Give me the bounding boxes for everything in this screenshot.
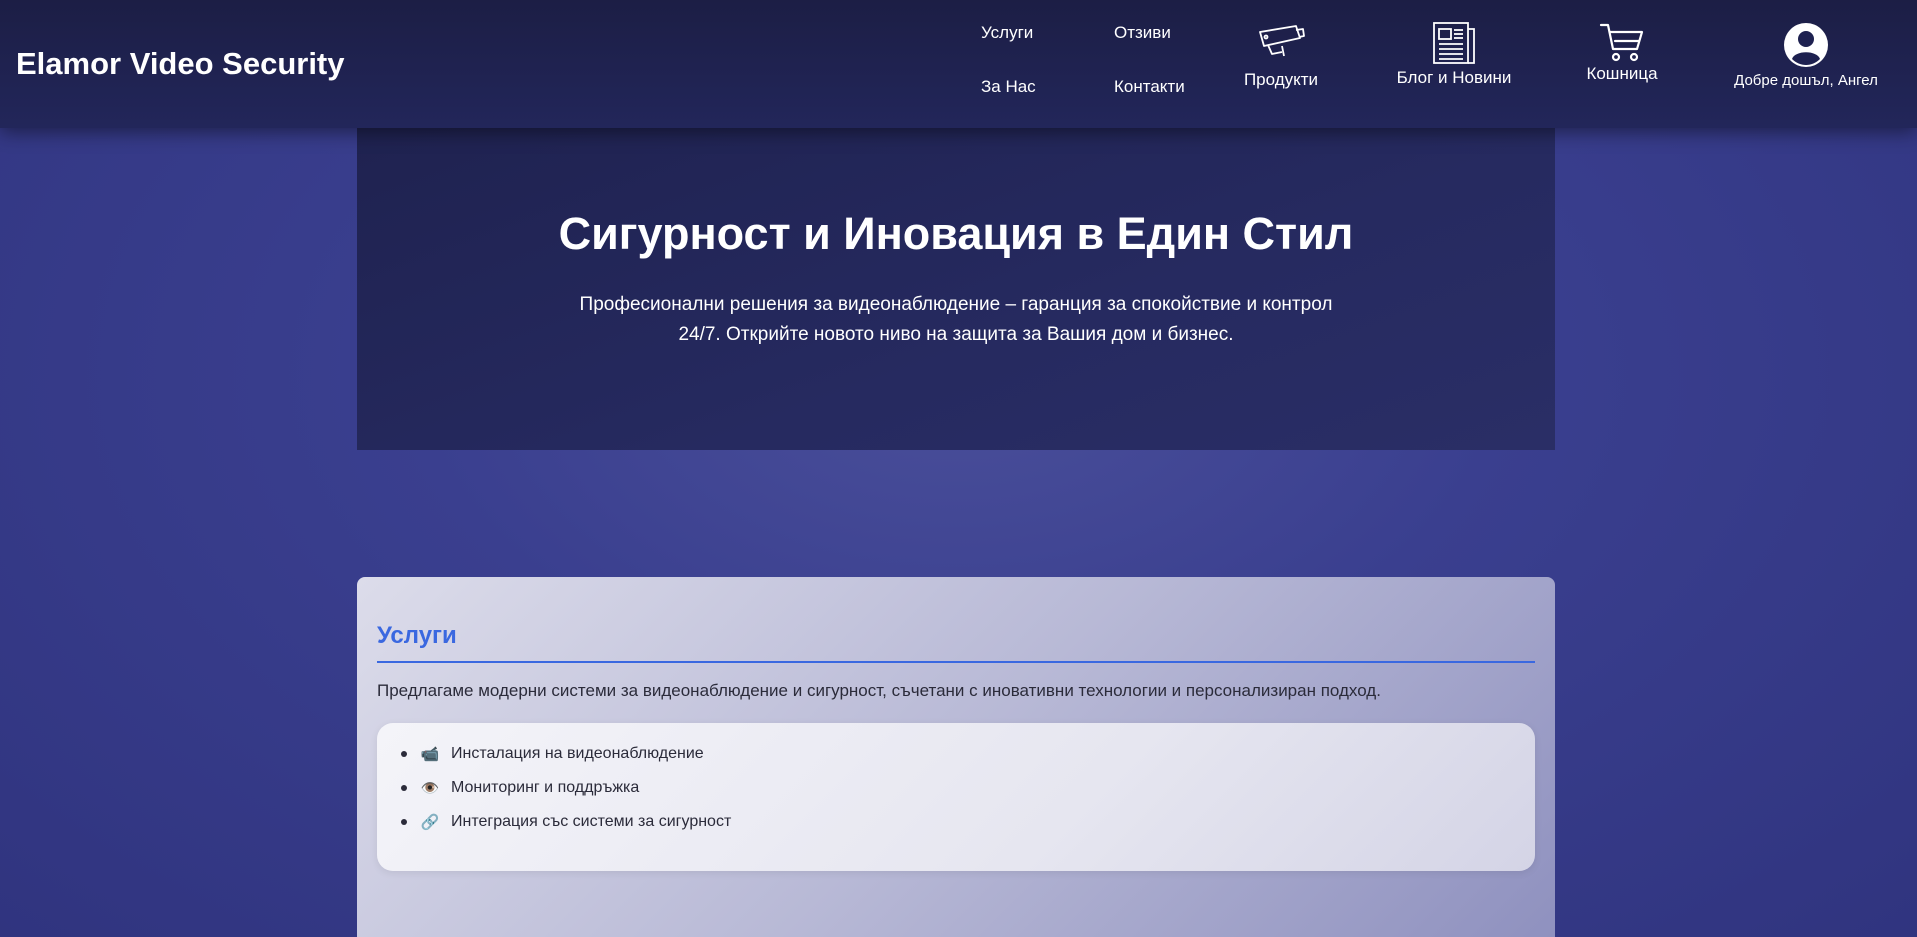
nav-user[interactable]: Добре дошъл, Ангел (1730, 22, 1882, 89)
nav-cart-label: Кошница (1586, 64, 1658, 83)
hero-title: Сигурност и Иновация в Един Стил (558, 208, 1354, 259)
nav-user-label: Добре дошъл, Ангел (1734, 72, 1878, 89)
video-camera-icon: 📹 (420, 746, 440, 763)
nav-products-label: Продукти (1243, 70, 1319, 89)
services-list: 📹 Инсталация на видеонаблюдение 👁️ Монит… (377, 723, 1535, 871)
services-divider (377, 661, 1535, 663)
site-logo[interactable]: Elamor Video Security (16, 46, 345, 82)
bullet (401, 751, 407, 757)
list-item: 👁️ Мониторинг и поддръжка (401, 779, 639, 797)
list-item: 🔗 Интеграция със системи за сигурност (401, 813, 731, 831)
services-section: Услуги Предлагаме модерни системи за вид… (357, 577, 1555, 937)
site-header: Elamor Video Security Услуги Отзиви За Н… (0, 0, 1917, 128)
link-icon: 🔗 (420, 814, 440, 831)
nav-link-contacts[interactable]: Контакти (1114, 77, 1185, 97)
cart-icon (1599, 23, 1644, 62)
list-item-label: Мониторинг и поддръжка (451, 779, 640, 796)
nav-link-reviews[interactable]: Отзиви (1114, 23, 1171, 43)
hero-text: Професионални решения за видеонаблюдение… (579, 294, 1333, 345)
bullet (401, 785, 407, 791)
newspaper-icon (1433, 22, 1475, 64)
hero-section: Сигурност и Иновация в Един Стил Професи… (357, 128, 1555, 450)
services-description: Предлагаме модерни системи за видеонаблю… (377, 681, 1381, 700)
list-item: 📹 Инсталация на видеонаблюдение (401, 745, 704, 763)
user-avatar-icon (1784, 23, 1828, 67)
nav-link-services[interactable]: Услуги (981, 23, 1033, 43)
list-item-label: Интеграция със системи за сигурност (451, 813, 732, 830)
bullet (401, 819, 407, 825)
nav-blog[interactable]: Блог и Новини (1396, 20, 1512, 88)
nav-products[interactable]: Продукти (1243, 24, 1319, 90)
services-title: Услуги (377, 622, 457, 649)
nav-blog-label: Блог и Новини (1396, 68, 1512, 87)
list-item-label: Инсталация на видеонаблюдение (451, 745, 704, 762)
nav-cart[interactable]: Кошница (1580, 22, 1664, 84)
nav-link-about[interactable]: За Нас (981, 77, 1036, 97)
eye-icon: 👁️ (420, 780, 440, 797)
security-camera-icon (1259, 25, 1305, 57)
